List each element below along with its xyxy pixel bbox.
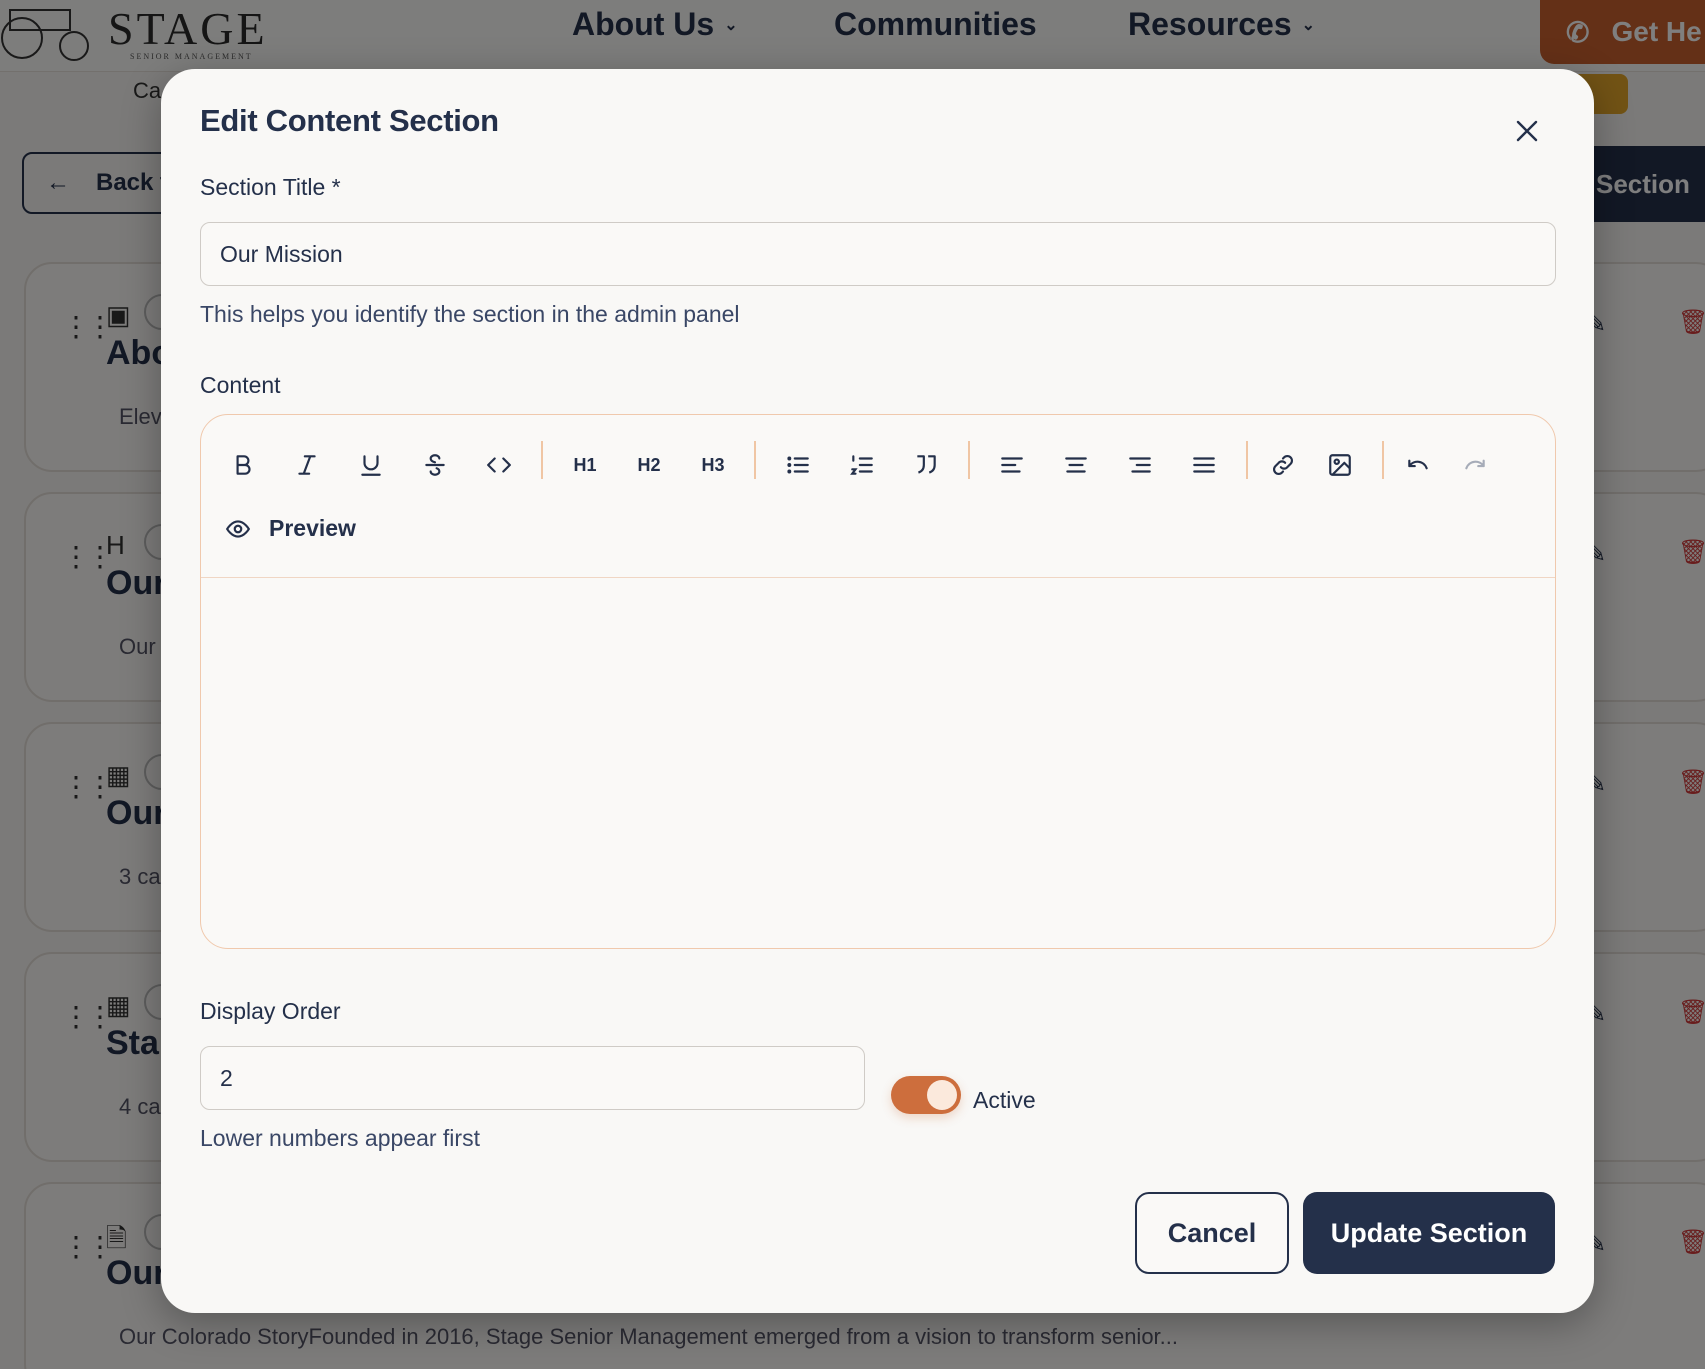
ordered-list-icon: [850, 455, 873, 475]
close-icon: [1516, 120, 1538, 142]
strikethrough-icon: [425, 454, 445, 476]
ordered-list-button[interactable]: [840, 443, 884, 487]
heading-2-label: H2: [637, 454, 661, 475]
align-left-icon: [1001, 457, 1023, 473]
align-center-icon: [1065, 457, 1087, 473]
code-button[interactable]: [477, 443, 521, 487]
toggle-knob: [927, 1080, 957, 1110]
bold-button[interactable]: [221, 443, 265, 487]
content-label: Content: [200, 372, 281, 398]
toolbar-divider: [541, 441, 543, 479]
edit-section-modal: Edit Content Section Section Title * Thi…: [161, 69, 1594, 1313]
underline-button[interactable]: [349, 443, 393, 487]
display-order-label: Display Order: [200, 998, 341, 1024]
link-button[interactable]: [1261, 443, 1305, 487]
undo-icon: [1408, 459, 1428, 470]
section-title-label: Section Title *: [200, 174, 341, 200]
underline-icon: [361, 455, 381, 476]
link-icon: [1273, 455, 1293, 475]
cancel-button[interactable]: Cancel: [1135, 1192, 1289, 1274]
italic-button[interactable]: [285, 443, 329, 487]
content-editor-area[interactable]: [201, 578, 1555, 948]
heading-3-label: H3: [701, 454, 725, 475]
align-right-icon: [1129, 457, 1151, 473]
toolbar-divider: [1382, 441, 1384, 479]
italic-icon: [298, 455, 316, 475]
toolbar-divider: [968, 441, 970, 479]
toolbar-divider: [754, 441, 756, 479]
update-section-button[interactable]: Update Section: [1303, 1192, 1555, 1274]
display-order-input[interactable]: [200, 1046, 865, 1110]
modal-title: Edit Content Section: [200, 103, 499, 138]
close-button[interactable]: [1509, 113, 1545, 149]
heading-2-button[interactable]: H2: [627, 443, 671, 487]
active-label: Active: [973, 1087, 1036, 1113]
align-justify-icon: [1193, 457, 1215, 473]
bold-icon: [236, 455, 251, 475]
editor-toolbar: H1 H2 H3 Preview: [201, 415, 1555, 578]
image-icon: [1329, 454, 1351, 476]
active-toggle[interactable]: [891, 1076, 961, 1114]
bullet-list-icon: [787, 456, 809, 474]
bullet-list-button[interactable]: [776, 443, 820, 487]
insert-image-button[interactable]: [1318, 443, 1362, 487]
rich-text-editor: H1 H2 H3 Preview: [200, 414, 1556, 949]
eye-icon: [225, 519, 251, 538]
strikethrough-button[interactable]: [413, 443, 457, 487]
align-left-button[interactable]: [990, 443, 1034, 487]
section-title-input[interactable]: [200, 222, 1556, 286]
toolbar-divider: [1246, 441, 1248, 479]
align-center-button[interactable]: [1054, 443, 1098, 487]
undo-button[interactable]: [1396, 443, 1440, 487]
preview-toggle[interactable]: Preview: [225, 515, 356, 542]
align-justify-button[interactable]: [1182, 443, 1226, 487]
blockquote-button[interactable]: [904, 443, 948, 487]
display-order-hint: Lower numbers appear first: [200, 1125, 480, 1151]
heading-1-label: H1: [573, 454, 597, 475]
code-icon: [487, 457, 511, 473]
redo-button[interactable]: [1453, 443, 1497, 487]
heading-3-button[interactable]: H3: [691, 443, 735, 487]
preview-label: Preview: [269, 515, 356, 541]
quote-icon: [917, 455, 936, 474]
redo-icon: [1465, 459, 1485, 470]
section-title-hint: This helps you identify the section in t…: [200, 301, 740, 327]
heading-1-button[interactable]: H1: [563, 443, 607, 487]
align-right-button[interactable]: [1118, 443, 1162, 487]
